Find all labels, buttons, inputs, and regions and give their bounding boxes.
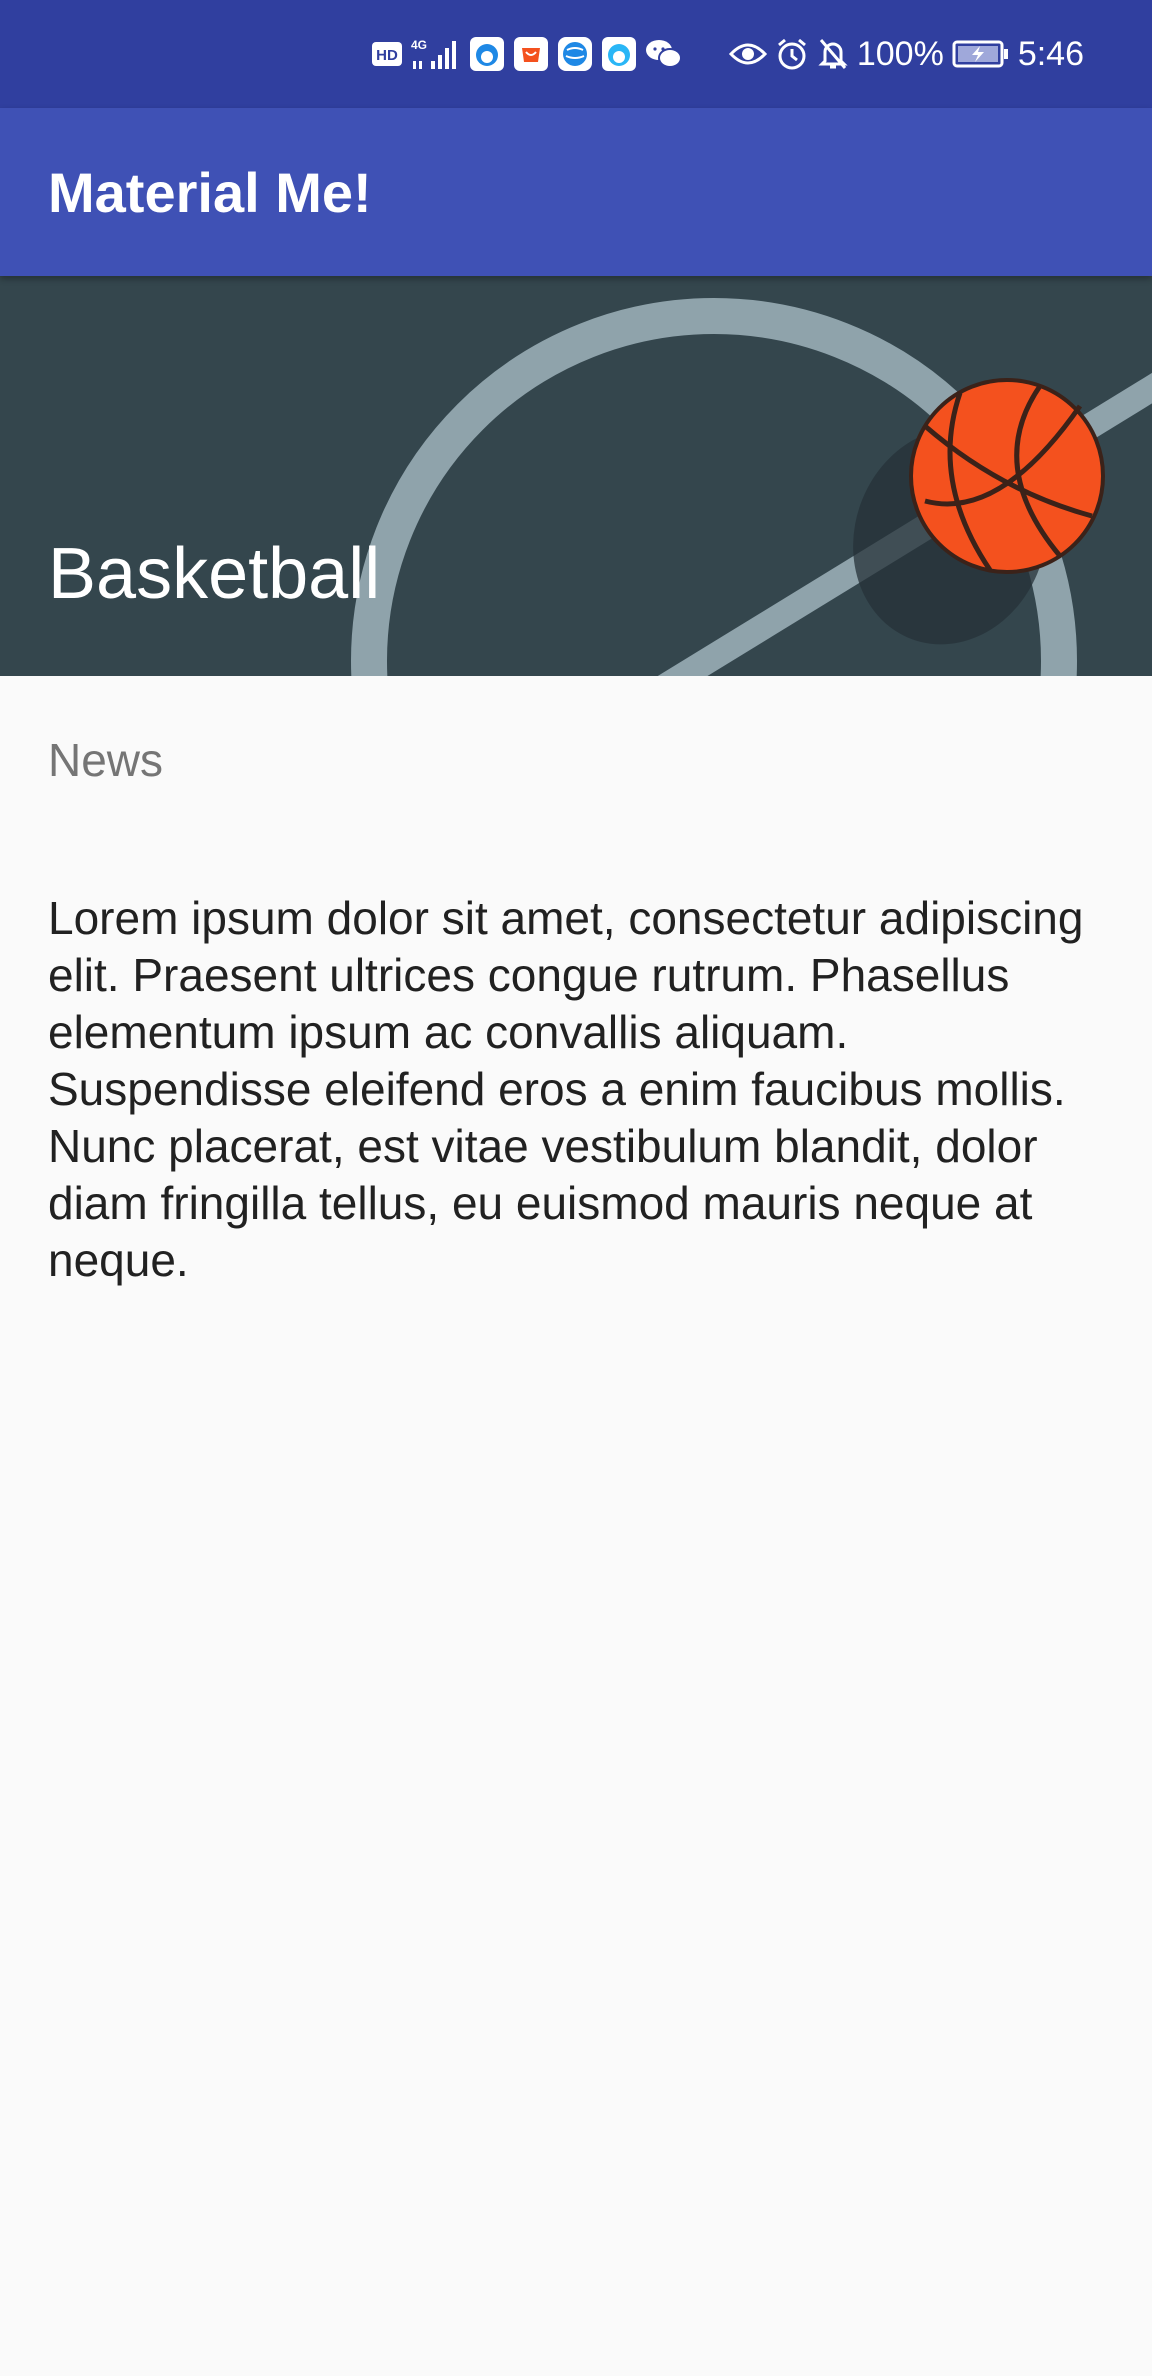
card-body-text: Lorem ipsum dolor sit amet, consectetur … bbox=[48, 892, 1084, 1286]
hd-label: HD bbox=[376, 47, 398, 64]
status-bar: HD 4G 100% 5:46 bbox=[0, 0, 1152, 108]
browser-app-icon-2 bbox=[601, 36, 637, 72]
battery-charging-icon bbox=[952, 40, 1010, 68]
hd-icon: HD bbox=[371, 41, 403, 67]
card-subtitle: News bbox=[48, 734, 164, 786]
eye-icon bbox=[728, 40, 767, 68]
app-title: Material Me! bbox=[48, 160, 372, 224]
status-time: 5:46 bbox=[1017, 34, 1084, 73]
card-title: Basketball bbox=[48, 534, 381, 614]
wechat-icon bbox=[645, 38, 683, 70]
card-image[interactable]: Basketball bbox=[0, 276, 1152, 676]
alarm-icon bbox=[775, 37, 809, 71]
4g-signal-icon: 4G bbox=[411, 37, 461, 71]
status-icons-left: HD 4G bbox=[371, 36, 683, 72]
browser-app-icon bbox=[469, 36, 505, 72]
status-icons-right: 100% 5:46 bbox=[728, 34, 1084, 74]
network-type-label: 4G bbox=[411, 38, 427, 52]
globe-app-icon bbox=[557, 36, 593, 72]
battery-percent: 100% bbox=[856, 34, 944, 73]
basketball-icon bbox=[909, 378, 1105, 574]
basketball-court-illustration bbox=[0, 276, 1152, 676]
shopping-app-icon bbox=[513, 36, 549, 72]
app-bar: Material Me! bbox=[0, 108, 1152, 276]
notifications-off-icon bbox=[817, 37, 849, 71]
